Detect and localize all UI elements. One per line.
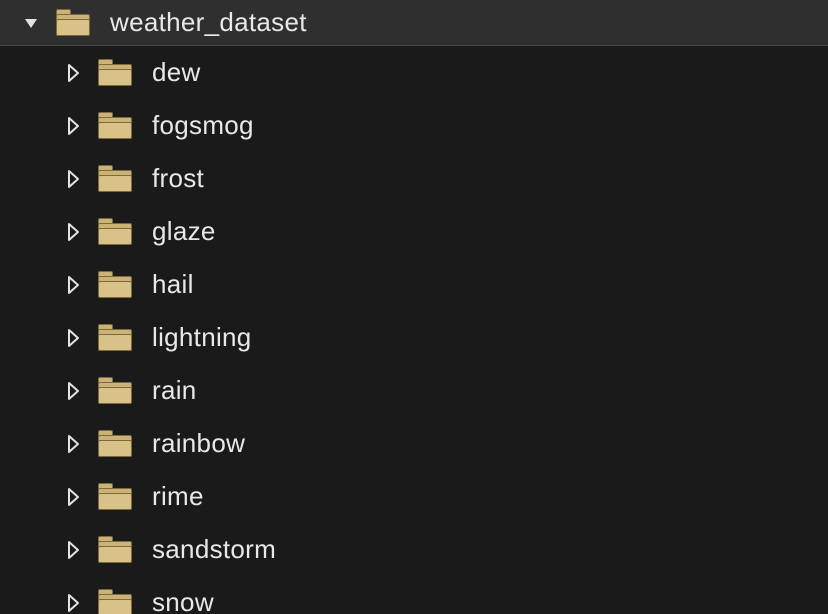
tree-item[interactable]: rain [0, 364, 828, 417]
folder-icon [86, 589, 144, 614]
folder-icon [86, 430, 144, 457]
tree-item-label: frost [144, 163, 204, 194]
folder-icon [86, 218, 144, 245]
tree-item-label: sandstorm [144, 534, 276, 565]
tree-item-label: rime [144, 481, 204, 512]
expand-arrow-icon[interactable] [60, 593, 86, 613]
expand-arrow-icon[interactable] [60, 275, 86, 295]
tree-item[interactable]: snow [0, 576, 828, 614]
tree-item-label: glaze [144, 216, 216, 247]
folder-icon [86, 377, 144, 404]
tree-item[interactable]: hail [0, 258, 828, 311]
expand-arrow-icon[interactable] [60, 169, 86, 189]
tree-item[interactable]: lightning [0, 311, 828, 364]
folder-icon [86, 59, 144, 86]
folder-icon [44, 9, 102, 36]
folder-icon [86, 112, 144, 139]
tree-item-label: hail [144, 269, 194, 300]
tree-item-label: dew [144, 57, 201, 88]
folder-icon [86, 536, 144, 563]
folder-icon [86, 165, 144, 192]
tree-item[interactable]: glaze [0, 205, 828, 258]
expand-arrow-icon[interactable] [60, 487, 86, 507]
file-tree: weather_dataset dew fogsmog frost [0, 0, 828, 614]
tree-item-label: rain [144, 375, 197, 406]
tree-item[interactable]: dew [0, 46, 828, 99]
expand-arrow-icon[interactable] [60, 116, 86, 136]
tree-item[interactable]: rime [0, 470, 828, 523]
folder-icon [86, 271, 144, 298]
folder-icon [86, 324, 144, 351]
folder-icon [86, 483, 144, 510]
expand-arrow-icon[interactable] [60, 381, 86, 401]
expand-arrow-icon[interactable] [60, 222, 86, 242]
tree-item[interactable]: rainbow [0, 417, 828, 470]
tree-item[interactable]: frost [0, 152, 828, 205]
expand-arrow-icon[interactable] [60, 63, 86, 83]
expand-arrow-icon[interactable] [60, 328, 86, 348]
tree-item-label: rainbow [144, 428, 245, 459]
expand-arrow-icon[interactable] [60, 540, 86, 560]
tree-item-label: fogsmog [144, 110, 254, 141]
tree-item[interactable]: fogsmog [0, 99, 828, 152]
tree-item[interactable]: sandstorm [0, 523, 828, 576]
collapse-arrow-icon[interactable] [18, 15, 44, 31]
tree-item-root[interactable]: weather_dataset [0, 0, 828, 46]
tree-item-label: snow [144, 587, 214, 614]
expand-arrow-icon[interactable] [60, 434, 86, 454]
tree-item-label: lightning [144, 322, 252, 353]
tree-item-label: weather_dataset [102, 7, 307, 38]
